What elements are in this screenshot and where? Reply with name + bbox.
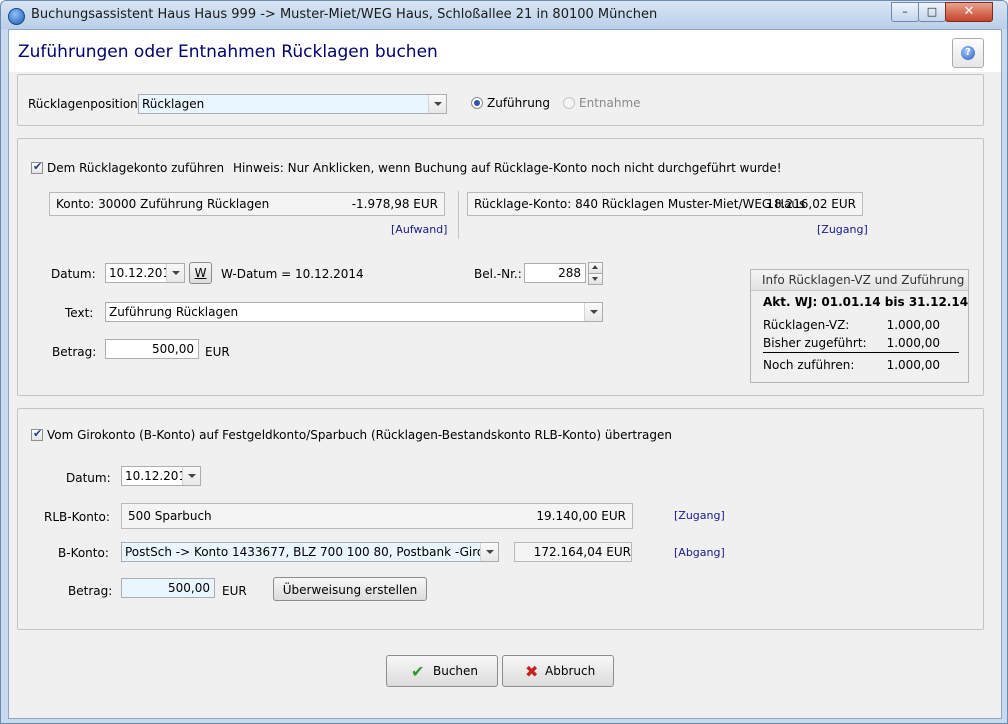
application-window: Buchungsassistent Haus Haus 999 -> Muste… bbox=[0, 0, 1008, 724]
radio-entnahme-label: Entnahme bbox=[579, 96, 641, 110]
question-icon: ? bbox=[961, 46, 975, 60]
spin-down-icon[interactable] bbox=[588, 273, 603, 285]
buchen-label: Buchen bbox=[433, 664, 479, 678]
chevron-down-icon[interactable] bbox=[166, 264, 184, 282]
radio-zufuehrung[interactable] bbox=[471, 97, 483, 109]
bkonto-dropdown[interactable]: PostSch -> Konto 1433677, BLZ 700 100 80… bbox=[121, 542, 499, 562]
info-panel: Info Rücklagen-VZ und Zuführung Akt. WJ:… bbox=[750, 269, 969, 383]
checkmark-icon: ✔ bbox=[411, 662, 425, 681]
minimize-button[interactable]: – bbox=[891, 2, 919, 22]
w-datum-text: W-Datum = 10.12.2014 bbox=[221, 267, 364, 281]
bkonto-amount: 172.164,04 EUR bbox=[533, 545, 631, 559]
belnr-field[interactable]: 288 bbox=[524, 263, 586, 283]
text-value: Zuführung Rücklagen bbox=[109, 305, 239, 319]
buchen-button[interactable]: ✔ Buchen bbox=[386, 655, 498, 687]
w-button[interactable]: W bbox=[189, 262, 212, 284]
divider bbox=[458, 191, 459, 239]
position-dropdown[interactable]: Rücklagen bbox=[138, 94, 447, 114]
belnr-label: Bel.-Nr.: bbox=[474, 267, 522, 281]
bkonto-amount-field: 172.164,04 EUR bbox=[514, 542, 632, 562]
aufwand-konto-amount: -1.978,98 EUR bbox=[351, 197, 438, 211]
info-row-value: 1.000,00 bbox=[886, 318, 940, 332]
maximize-button[interactable]: □ bbox=[918, 2, 946, 22]
help-button[interactable]: ? bbox=[952, 38, 984, 68]
aufwand-konto-field: Konto: 30000 Zuführung Rücklagen -1.978,… bbox=[49, 192, 445, 216]
zugang-link[interactable]: [Zugang] bbox=[817, 223, 868, 236]
info-divider bbox=[763, 352, 959, 353]
position-group: Rücklagenposition: Rücklagen Zuführung E… bbox=[17, 74, 984, 126]
info-header: Info Rücklagen-VZ und Zuführung bbox=[751, 270, 968, 291]
transfer-betrag-value: 500,00 bbox=[168, 581, 210, 595]
chevron-down-icon[interactable] bbox=[584, 303, 602, 321]
belnr-value: 288 bbox=[558, 266, 581, 280]
page-title: Zuführungen oder Entnahmen Rücklagen buc… bbox=[18, 42, 438, 62]
w-button-label: W bbox=[194, 266, 207, 280]
check-icon: ✔ bbox=[33, 160, 43, 173]
rlb-label: RLB-Konto: bbox=[44, 510, 110, 524]
info-title: Info Rücklagen-VZ und Zuführung bbox=[762, 273, 965, 287]
position-label: Rücklagenposition: bbox=[28, 97, 142, 111]
aufwand-link[interactable]: [Aufwand] bbox=[391, 223, 447, 236]
dialog-client: Zuführungen oder Entnahmen Rücklagen buc… bbox=[8, 29, 1002, 719]
ruecklage-konto-field: Rücklage-Konto: 840 Rücklagen Muster-Mie… bbox=[467, 192, 863, 216]
transfer-betrag-label: Betrag: bbox=[68, 584, 113, 598]
text-dropdown[interactable]: Zuführung Rücklagen bbox=[105, 302, 603, 322]
bkonto-value: PostSch -> Konto 1433677, BLZ 700 100 80… bbox=[125, 545, 489, 559]
betrag-unit: EUR bbox=[205, 345, 230, 359]
transfer-betrag-unit: EUR bbox=[222, 584, 247, 598]
abbruch-button[interactable]: ✖ Abbruch bbox=[502, 655, 614, 687]
info-row-value: 1.000,00 bbox=[886, 336, 940, 350]
position-value: Rücklagen bbox=[142, 97, 205, 111]
chevron-down-icon[interactable] bbox=[428, 95, 446, 113]
close-icon: ✕ bbox=[963, 4, 975, 19]
title-bar: Buchungsassistent Haus Haus 999 -> Muste… bbox=[1, 1, 1007, 29]
abbruch-label: Abbruch bbox=[545, 664, 596, 678]
info-row-label: Bisher zugeführt: bbox=[763, 336, 867, 350]
ueberweisung-button[interactable]: Überweisung erstellen bbox=[273, 577, 427, 601]
info-wj: Akt. WJ: 01.01.14 bis 31.12.14 bbox=[763, 295, 969, 309]
rlb-zugang-link[interactable]: [Zugang] bbox=[674, 509, 725, 522]
transfer-betrag-field[interactable]: 500,00 bbox=[121, 578, 215, 598]
chevron-down-icon[interactable] bbox=[480, 543, 498, 561]
info-row-value: 1.000,00 bbox=[886, 358, 940, 372]
transfer-checkbox-label[interactable]: Vom Girokonto (B-Konto) auf Festgeldkont… bbox=[47, 428, 672, 442]
info-row-label: Noch zuführen: bbox=[763, 358, 855, 372]
rlb-konto-field: 500 Sparbuch 19.140,00 EUR bbox=[121, 503, 633, 529]
minimize-icon: – bbox=[902, 5, 908, 18]
page-header: Zuführungen oder Entnahmen Rücklagen buc… bbox=[9, 30, 1001, 72]
ueberweisung-button-label: Überweisung erstellen bbox=[282, 583, 418, 597]
ruecklage-konto-label: Rücklage-Konto: 840 Rücklagen Muster-Mie… bbox=[474, 197, 806, 211]
zufuehren-checkbox[interactable]: ✔ bbox=[31, 160, 43, 174]
hint-text: Hinweis: Nur Anklicken, wenn Buchung auf… bbox=[233, 161, 782, 175]
close-button[interactable]: ✕ bbox=[945, 2, 993, 22]
maximize-icon: □ bbox=[926, 5, 938, 18]
rlb-konto-amount: 19.140,00 EUR bbox=[536, 509, 626, 523]
text-label: Text: bbox=[65, 306, 94, 320]
chevron-down-icon[interactable] bbox=[182, 467, 200, 485]
bkonto-label: B-Konto: bbox=[58, 546, 109, 560]
aufwand-konto-label: Konto: 30000 Zuführung Rücklagen bbox=[56, 197, 270, 211]
transfer-checkbox[interactable]: ✔ bbox=[31, 427, 43, 441]
radio-zufuehrung-label[interactable]: Zuführung bbox=[487, 96, 550, 110]
transfer-group: ✔ Vom Girokonto (B-Konto) auf Festgeldko… bbox=[17, 408, 984, 630]
transfer-datum-picker[interactable]: 10.12.2014 bbox=[121, 466, 201, 486]
info-row-label: Rücklagen-VZ: bbox=[763, 318, 850, 332]
window-title: Buchungsassistent Haus Haus 999 -> Muste… bbox=[31, 7, 658, 22]
transfer-datum-label: Datum: bbox=[66, 471, 111, 485]
betrag-value: 500,00 bbox=[152, 342, 194, 356]
datum-picker[interactable]: 10.12.2014 bbox=[105, 263, 185, 283]
belnr-spinner[interactable] bbox=[588, 262, 603, 285]
check-icon: ✔ bbox=[33, 427, 43, 440]
betrag-label: Betrag: bbox=[52, 345, 97, 359]
cross-icon: ✖ bbox=[525, 662, 539, 681]
ruecklage-konto-amount: 18.216,02 EUR bbox=[766, 197, 856, 211]
datum-label: Datum: bbox=[51, 267, 96, 281]
app-icon bbox=[8, 8, 25, 25]
zufuehren-checkbox-label[interactable]: Dem Rücklagekonto zuführen bbox=[47, 161, 224, 175]
rlb-konto-value: 500 Sparbuch bbox=[128, 509, 212, 523]
radio-entnahme bbox=[563, 97, 575, 109]
betrag-field[interactable]: 500,00 bbox=[105, 339, 199, 359]
zufuehren-group: ✔ Dem Rücklagekonto zuführen Hinweis: Nu… bbox=[17, 138, 984, 396]
abgang-link[interactable]: [Abgang] bbox=[674, 546, 725, 559]
